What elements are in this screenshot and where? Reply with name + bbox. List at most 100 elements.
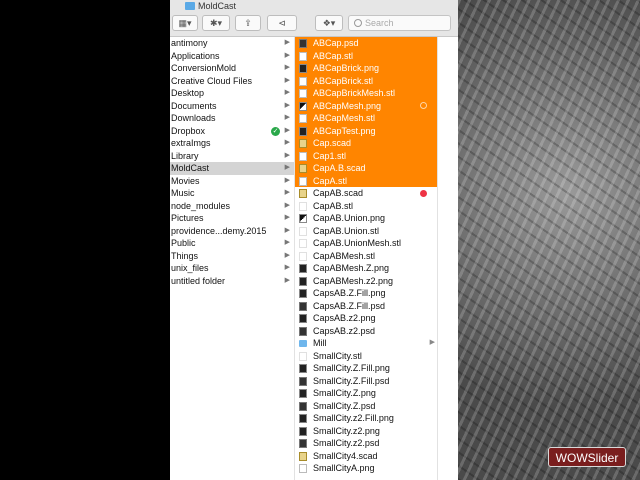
file-list-item[interactable]: ABCap.psd	[295, 37, 437, 50]
file-name: CapAB.Union.png	[313, 213, 386, 223]
moldcast-folder-column[interactable]: ABCap.psd ABCap.stl ABCapBrick.png ABCapBri…	[295, 37, 437, 480]
search-field[interactable]: Search	[348, 15, 451, 31]
file-list-item[interactable]: SmallCity.z2.Fill.png	[295, 412, 437, 425]
file-name: Cap.scad	[313, 138, 352, 148]
file-list-item[interactable]: ABCap.stl	[295, 49, 437, 62]
tags-button[interactable]: ⊲	[267, 15, 297, 31]
sidebar-folder-item[interactable]: ConversionMold ▶	[170, 62, 294, 75]
file-list-item[interactable]: CapA.stl	[295, 174, 437, 187]
sidebar-folder-item[interactable]: untitled folder ▶	[170, 275, 294, 288]
file-list-item[interactable]: ABCapBrick.png	[295, 62, 437, 75]
sidebar-folder-item[interactable]: Creative Cloud Files ▶	[170, 75, 294, 88]
folder-label: antimony	[171, 38, 208, 48]
sidebar-folder-item[interactable]: providence...demy.2015 ▶	[170, 225, 294, 238]
file-list-item[interactable]: ABCapMesh.png	[295, 99, 437, 112]
sidebar-folder-item[interactable]: Things ▶	[170, 250, 294, 263]
sidebar-folder-item[interactable]: antimony ▶	[170, 37, 294, 50]
sidebar-folder-item[interactable]: Dropbox ✓ ▶	[170, 125, 294, 138]
image-file-icon	[299, 426, 307, 436]
file-list-item[interactable]: ABCapMesh.stl	[295, 112, 437, 125]
toolbar: ▦▾ ✱▾ ⇪ ⊲ ❖▾ Search	[170, 12, 458, 37]
sidebar-folder-item[interactable]: Pictures ▶	[170, 212, 294, 225]
file-list-item[interactable]: CapAB.UnionMesh.stl	[295, 237, 437, 250]
chevron-right-icon: ▶	[284, 164, 290, 171]
file-name: ABCap.stl	[313, 50, 354, 61]
file-list-item[interactable]: ABCapTest.png	[295, 124, 437, 137]
file-list-item[interactable]: SmallCity.Z.Fill.psd	[295, 375, 437, 388]
sidebar-folder-item[interactable]: Applications ▶	[170, 50, 294, 63]
sidebar-folder-item[interactable]: Library ▶	[170, 150, 294, 163]
file-list-item[interactable]: SmallCity.Z.png	[295, 387, 437, 400]
psd-file-icon	[299, 439, 307, 448]
folder-label: providence...demy.2015	[171, 225, 267, 236]
share-button[interactable]: ⇪	[235, 15, 261, 31]
sidebar-folder-item[interactable]: extraImgs ▶	[170, 137, 294, 150]
image-file-icon	[299, 314, 307, 323]
scrollbar[interactable]	[451, 36, 456, 476]
file-list-item[interactable]: CapAB.stl	[295, 200, 437, 213]
file-list-item[interactable]: SmallCity.stl	[295, 350, 437, 363]
file-list-item[interactable]: Cap1.stl	[295, 149, 437, 162]
sidebar-folder-item[interactable]: node_modules ▶	[170, 200, 294, 213]
left-background	[0, 0, 170, 480]
file-name: CapA.stl	[313, 175, 348, 186]
file-list-item[interactable]: SmallCity.Z.Fill.png	[295, 362, 437, 375]
view-options-button[interactable]: ▦▾	[172, 15, 198, 31]
sync-status-icon	[420, 101, 427, 109]
file-name: Mill	[313, 338, 327, 348]
file-list-item[interactable]: SmallCity4.scad	[295, 450, 437, 463]
sidebar-folder-item[interactable]: Desktop ▶	[170, 87, 294, 100]
sidebar-folder-item[interactable]: unix_files ▶	[170, 262, 294, 275]
file-list-item[interactable]: CapsAB.z2.png	[295, 312, 437, 325]
gear-icon: ✱▾	[209, 17, 223, 28]
file-name: CapsAB.z2.psd	[313, 325, 376, 336]
file-list-item[interactable]: CapAB.scad	[295, 187, 437, 200]
file-name: CapA.B.scad	[313, 163, 366, 173]
file-name: CapAB.stl	[313, 200, 354, 211]
file-name: CapsAB.Z.Fill.psd	[313, 300, 386, 311]
title-bar[interactable]: MoldCast	[170, 0, 458, 12]
file-list-item[interactable]: CapA.B.scad	[295, 162, 437, 175]
file-list-item[interactable]: ABCapBrickMesh.stl	[295, 87, 437, 100]
file-name: ABCapBrickMesh.stl	[313, 88, 396, 98]
action-button[interactable]: ✱▾	[202, 15, 230, 31]
file-list-item[interactable]: Mill ▶	[295, 337, 437, 350]
folder-label: node_modules	[171, 200, 231, 211]
sidebar-folder-item[interactable]: Music ▶	[170, 187, 294, 200]
sidebar-folder-item[interactable]: Downloads ▶	[170, 112, 294, 125]
stl-file-icon	[299, 351, 307, 361]
file-list-item[interactable]: CapsAB.Z.Fill.psd	[295, 300, 437, 313]
stl-file-icon	[299, 226, 307, 236]
folder-label: unix_files	[171, 263, 209, 273]
file-name: ABCapBrick.stl	[313, 75, 374, 86]
file-list-item[interactable]: SmallCity.z2.png	[295, 425, 437, 438]
file-list-item[interactable]: CapABMesh.z2.png	[295, 275, 437, 288]
sidebar-folder-item[interactable]: Public ▶	[170, 237, 294, 250]
folder-label: Things	[171, 250, 199, 261]
file-list-item[interactable]: ABCapBrick.stl	[295, 74, 437, 87]
file-list-item[interactable]: SmallCityA.png	[295, 462, 437, 475]
file-list-item[interactable]: Cap.scad	[295, 137, 437, 150]
file-list-item[interactable]: CapsAB.Z.Fill.png	[295, 287, 437, 300]
file-name: SmallCity.z2.Fill.png	[313, 413, 394, 423]
file-list-item[interactable]: CapABMesh.Z.png	[295, 262, 437, 275]
folder-label: ConversionMold	[171, 63, 237, 73]
sidebar-folder-item[interactable]: Movies ▶	[170, 175, 294, 188]
file-list-item[interactable]: CapsAB.z2.psd	[295, 325, 437, 338]
chevron-right-icon: ▶	[284, 189, 290, 196]
file-name: ABCapTest.png	[313, 125, 376, 136]
chevron-right-icon: ▶	[284, 251, 290, 259]
file-list-item[interactable]: CapABMesh.stl	[295, 250, 437, 263]
tag-icon: ⊲	[278, 17, 286, 28]
image-file-icon	[299, 276, 307, 286]
sidebar-folder-item[interactable]: Documents ▶	[170, 100, 294, 113]
file-list-item[interactable]: CapAB.Union.png	[295, 212, 437, 225]
file-list-item[interactable]: CapAB.Union.stl	[295, 225, 437, 238]
file-list-item[interactable]: SmallCity.Z.psd	[295, 400, 437, 413]
file-name: SmallCity.Z.Fill.psd	[313, 375, 390, 386]
file-name: CapABMesh.Z.png	[313, 263, 390, 273]
parent-folder-column[interactable]: antimony ▶ Applications ▶ ConversionMold ▶ Cre…	[170, 37, 295, 480]
file-list-item[interactable]: SmallCity.z2.psd	[295, 437, 437, 450]
sidebar-folder-item[interactable]: MoldCast ▶	[170, 162, 294, 175]
dropbox-button[interactable]: ❖▾	[315, 15, 343, 31]
